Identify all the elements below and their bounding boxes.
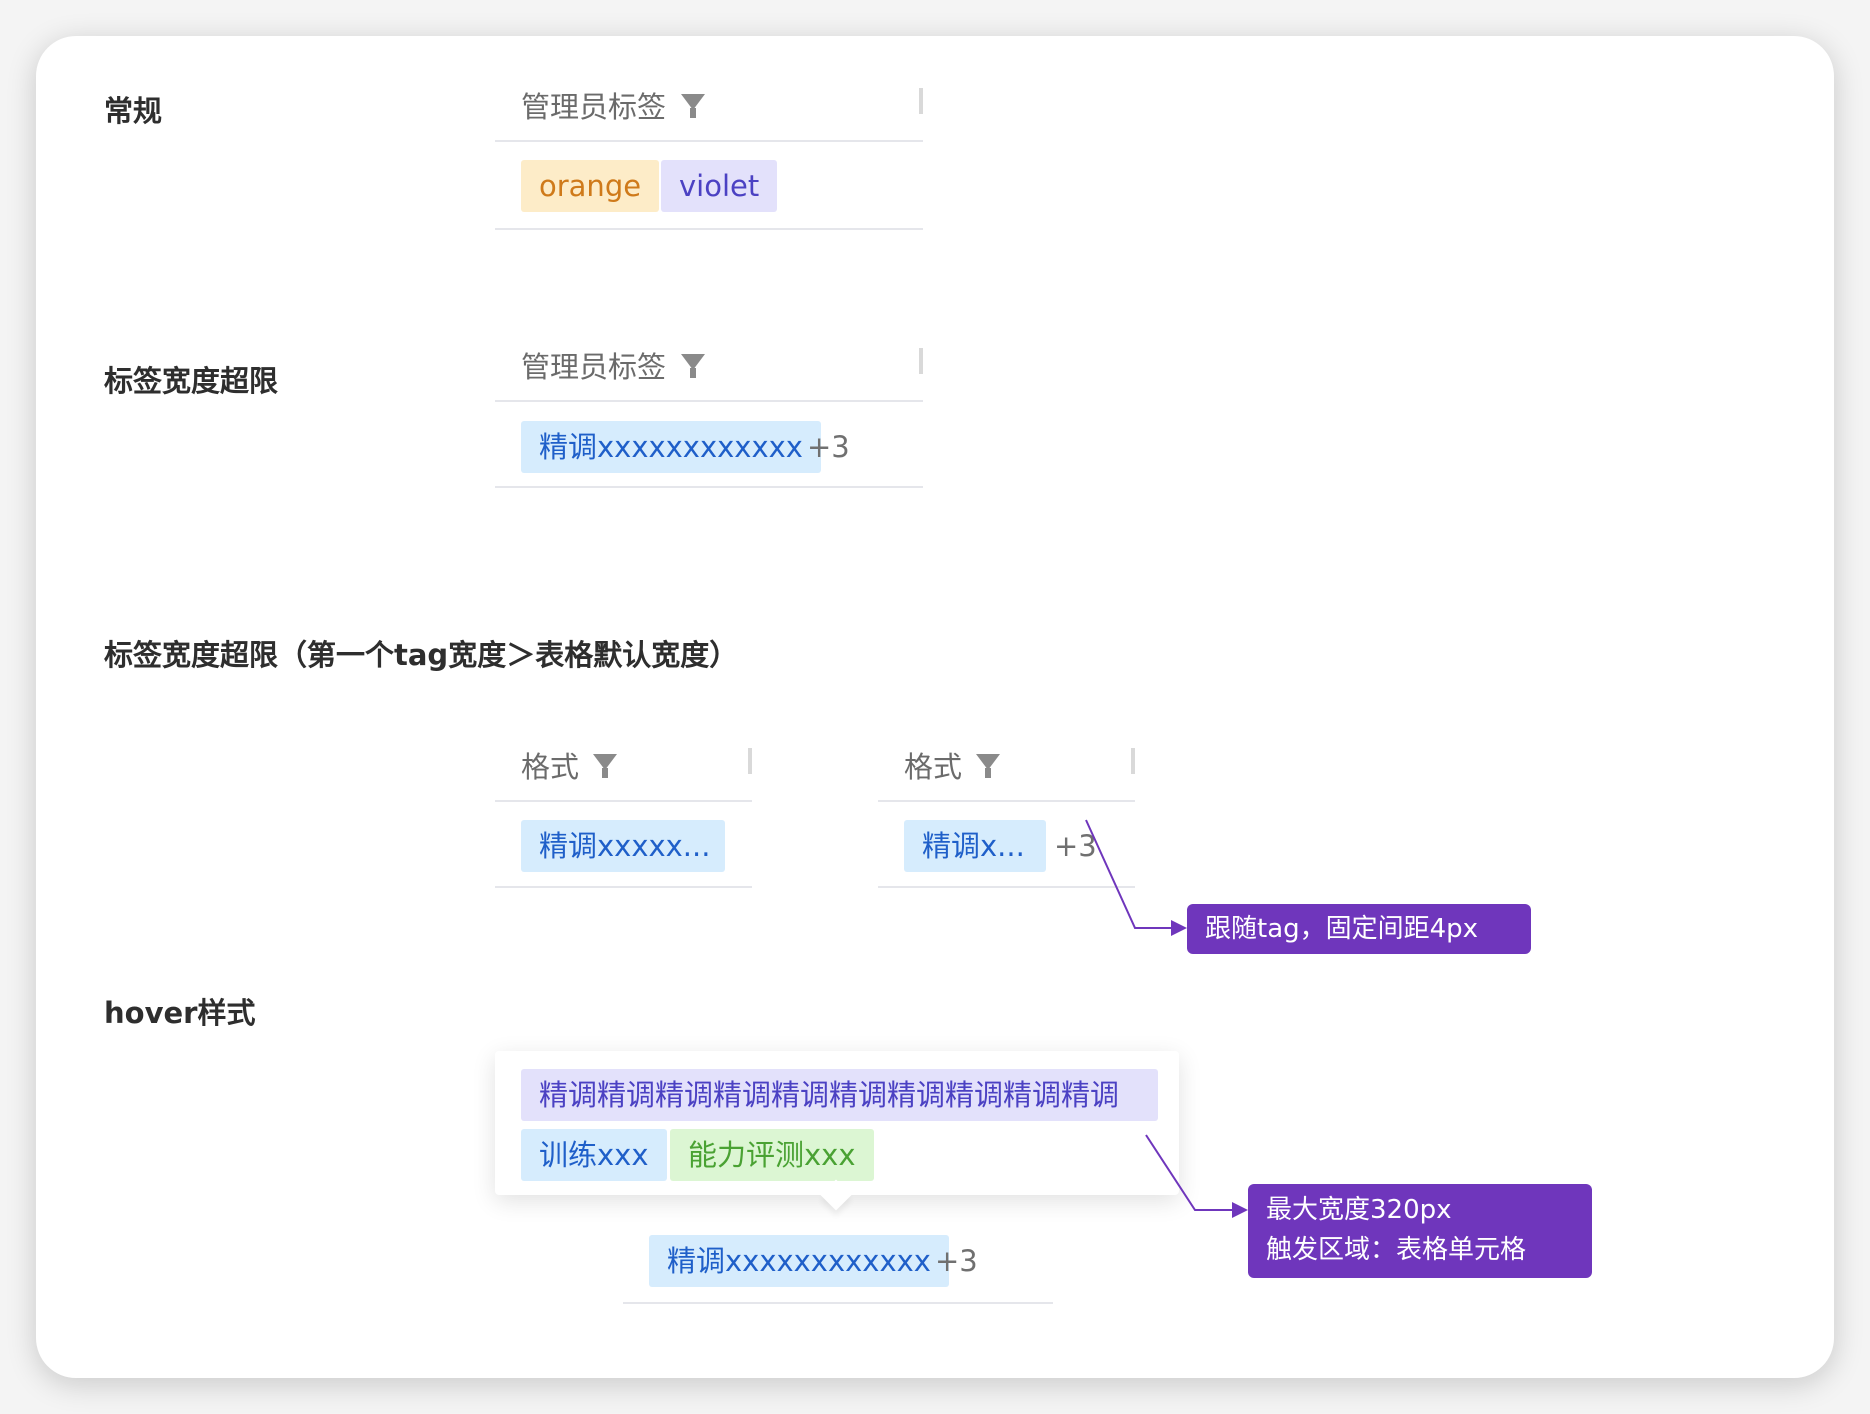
table-cell-truncated-a[interactable]: 精调xxxxx... (495, 802, 752, 888)
tag-finetune: 精调xxxxxxxxxxxx (521, 421, 821, 473)
table-cell-normal[interactable]: orange violet (495, 142, 923, 230)
table-cell-overflow[interactable]: 精调xxxxxxxxxxxx +3 (495, 402, 923, 488)
annotation-max-width: 最大宽度320px (1266, 1195, 1452, 1225)
section-title-overflow: 标签宽度超限 (104, 364, 279, 398)
column-header-admin-tags: 管理员标签 (495, 330, 923, 402)
tag-popover: 精调精调精调精调精调精调精调精调精调精调 训练xxx 能力评测xxx (495, 1051, 1179, 1211)
more-count: +3 (807, 430, 850, 464)
section-title-hover: hover样式 (104, 996, 256, 1030)
table-cell-hover-trigger[interactable]: 精调xxxxxxxxxxxx +3 (623, 1218, 1053, 1304)
filter-icon[interactable] (681, 94, 705, 118)
section-title-overflow-first: 标签宽度超限（第一个tag宽度＞表格默认宽度） (104, 638, 739, 672)
annotation-follow-tag: 跟随tag，固定间距4px (1187, 904, 1531, 954)
table-cell-truncated-b[interactable]: 精调x... +3 (878, 802, 1135, 888)
tag-finetune: 精调xxxxxxxxxxxx (649, 1235, 949, 1287)
column-resize-handle[interactable] (1131, 748, 1135, 774)
column-header-label: 管理员标签 (521, 350, 667, 384)
more-count: +3 (935, 1244, 978, 1278)
column-header-admin-tags: 管理员标签 (495, 70, 923, 142)
column-header-label: 格式 (521, 750, 580, 784)
tag-truncated: 精调x... (904, 820, 1046, 872)
tag-truncated: 精调xxxxx... (521, 820, 725, 872)
column-resize-handle[interactable] (919, 348, 923, 374)
more-count: +3 (1054, 829, 1097, 863)
column-header-format: 格式 (495, 730, 752, 802)
annotation-popover-spec: 最大宽度320px 触发区域：表格单元格 (1248, 1184, 1592, 1278)
section-title-normal: 常规 (104, 94, 163, 128)
tag-orange: orange (521, 160, 660, 212)
filter-icon[interactable] (681, 354, 705, 378)
column-header-label: 格式 (904, 750, 963, 784)
column-header-format: 格式 (878, 730, 1135, 802)
tag-ability-eval: 能力评测xxx (670, 1129, 874, 1181)
filter-icon[interactable] (593, 754, 617, 778)
tag-violet: violet (661, 160, 778, 212)
tag-long-finetune: 精调精调精调精调精调精调精调精调精调精调 (521, 1069, 1158, 1121)
annotation-trigger-area: 触发区域：表格单元格 (1266, 1235, 1527, 1265)
column-header-label: 管理员标签 (521, 90, 667, 124)
column-resize-handle[interactable] (748, 748, 752, 774)
filter-icon[interactable] (976, 754, 1000, 778)
column-resize-handle[interactable] (919, 88, 923, 114)
tag-train: 训练xxx (521, 1129, 667, 1181)
